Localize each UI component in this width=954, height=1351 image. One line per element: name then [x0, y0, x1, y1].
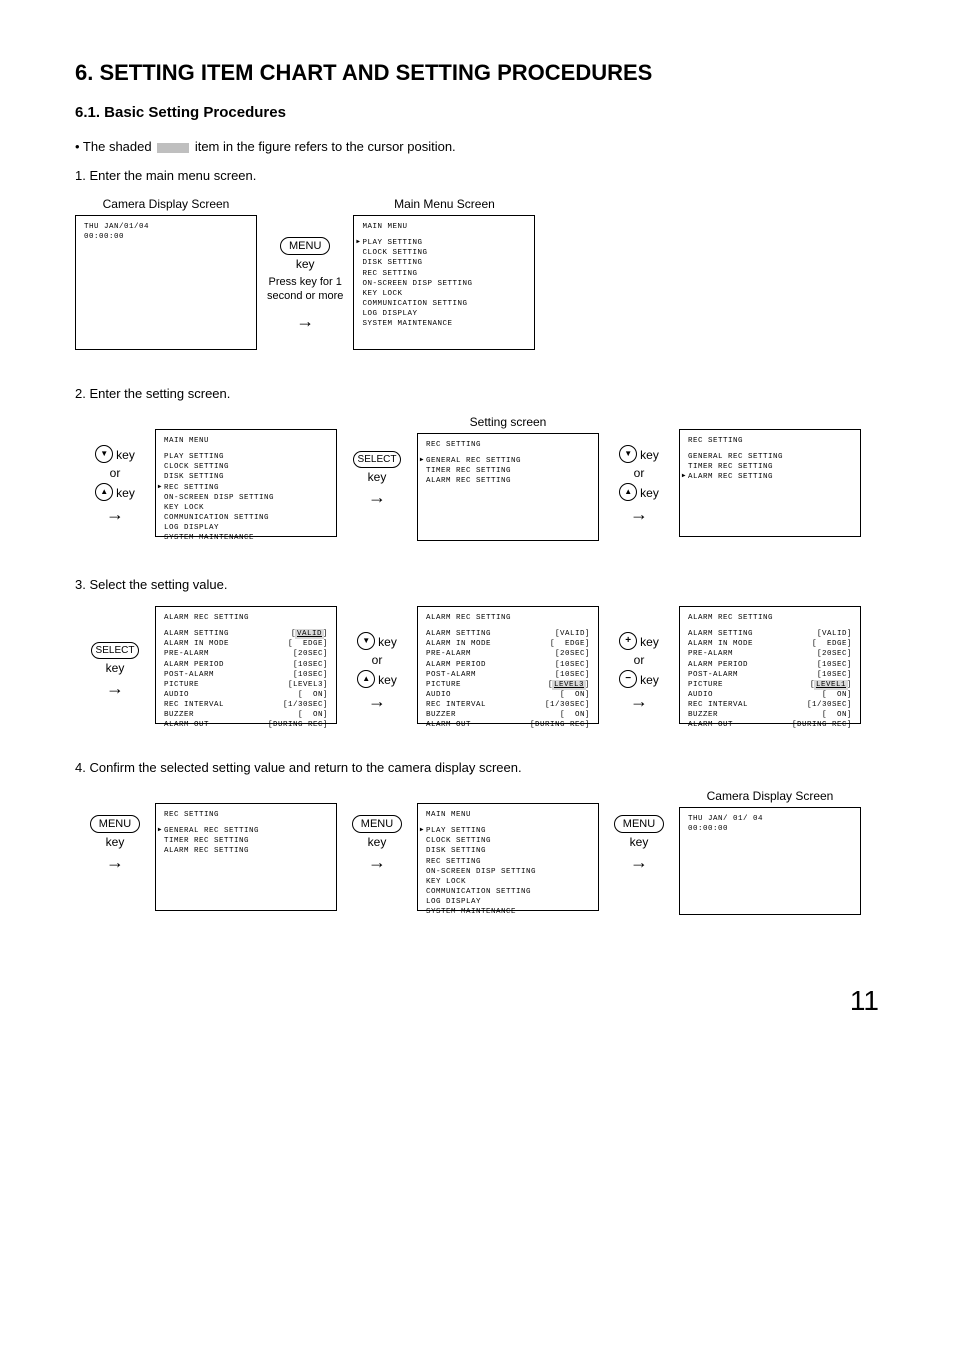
- main-menu-screen-c: MAIN MENU PLAY SETTING CLOCK SETTING DIS…: [417, 803, 599, 911]
- arrow-icon: →: [106, 852, 124, 873]
- step1-text: 1. Enter the main menu screen.: [75, 168, 879, 183]
- main-menu-screen-b: MAIN MENU PLAY SETTING CLOCK SETTING DIS…: [155, 429, 337, 537]
- arrow-icon: →: [630, 504, 648, 525]
- intro-text: • The shaded item in the figure refers t…: [75, 139, 879, 154]
- arrow-icon: →: [296, 311, 314, 332]
- down-key-icon: [619, 445, 637, 463]
- setting-screen-label: Setting screen: [470, 415, 547, 429]
- menu-key-button: MENU: [614, 815, 664, 833]
- camera-screen: THU JAN/01/04 00:00:00: [75, 215, 257, 350]
- main-menu-label: Main Menu Screen: [394, 197, 495, 211]
- menu-key-button: MENU: [352, 815, 402, 833]
- arrow-icon: →: [368, 852, 386, 873]
- arrow-icon: →: [368, 691, 386, 712]
- shaded-swatch: [157, 143, 189, 153]
- menu-key-button: MENU: [90, 815, 140, 833]
- down-key-icon: [95, 445, 113, 463]
- page-number: 11: [75, 985, 879, 1017]
- section-title: 6.1. Basic Setting Procedures: [75, 104, 879, 121]
- alarm-rec-screen-c: ALARM REC SETTING ALARM SETTING[VALID]AL…: [679, 606, 861, 724]
- key-label: key: [296, 257, 315, 271]
- arrow-icon: →: [106, 678, 124, 699]
- or-text: or: [110, 466, 121, 480]
- camera-display-label: Camera Display Screen: [103, 197, 230, 211]
- page-title: 6. SETTING ITEM CHART AND SETTING PROCED…: [75, 60, 879, 86]
- alarm-rec-screen-b: ALARM REC SETTING ALARM SETTING[VALID]AL…: [417, 606, 599, 724]
- select-key-button: SELECT: [353, 451, 402, 468]
- press-note: Press key for 1second or more: [267, 275, 343, 304]
- rec-setting-screen-b: REC SETTING GENERAL REC SETTING TIMER RE…: [679, 429, 861, 537]
- step2-text: 2. Enter the setting screen.: [75, 386, 879, 401]
- rec-setting-screen: REC SETTING GENERAL REC SETTING TIMER RE…: [417, 433, 599, 541]
- arrow-icon: →: [630, 691, 648, 712]
- up-key-icon: [95, 483, 113, 501]
- step3-text: 3. Select the setting value.: [75, 577, 879, 592]
- up-key-icon: [619, 483, 637, 501]
- camera-screen-b: THU JAN/ 01/ 04 00:00:00: [679, 807, 861, 915]
- down-key-icon: [357, 632, 375, 650]
- minus-key-icon: [619, 670, 637, 688]
- menu-key-button: MENU: [280, 237, 330, 255]
- camera-display-label-b: Camera Display Screen: [707, 789, 834, 803]
- plus-key-icon: [619, 632, 637, 650]
- rec-setting-screen-c: REC SETTING GENERAL REC SETTING TIMER RE…: [155, 803, 337, 911]
- up-key-icon: [357, 670, 375, 688]
- step4-text: 4. Confirm the selected setting value an…: [75, 760, 879, 775]
- alarm-rec-screen-a: ALARM REC SETTING ALARM SETTING[VALID]AL…: [155, 606, 337, 724]
- main-menu-screen: MAIN MENU PLAY SETTING CLOCK SETTING DIS…: [353, 215, 535, 350]
- arrow-icon: →: [368, 487, 386, 508]
- select-key-button: SELECT: [91, 642, 140, 659]
- arrow-icon: →: [106, 504, 124, 525]
- arrow-icon: →: [630, 852, 648, 873]
